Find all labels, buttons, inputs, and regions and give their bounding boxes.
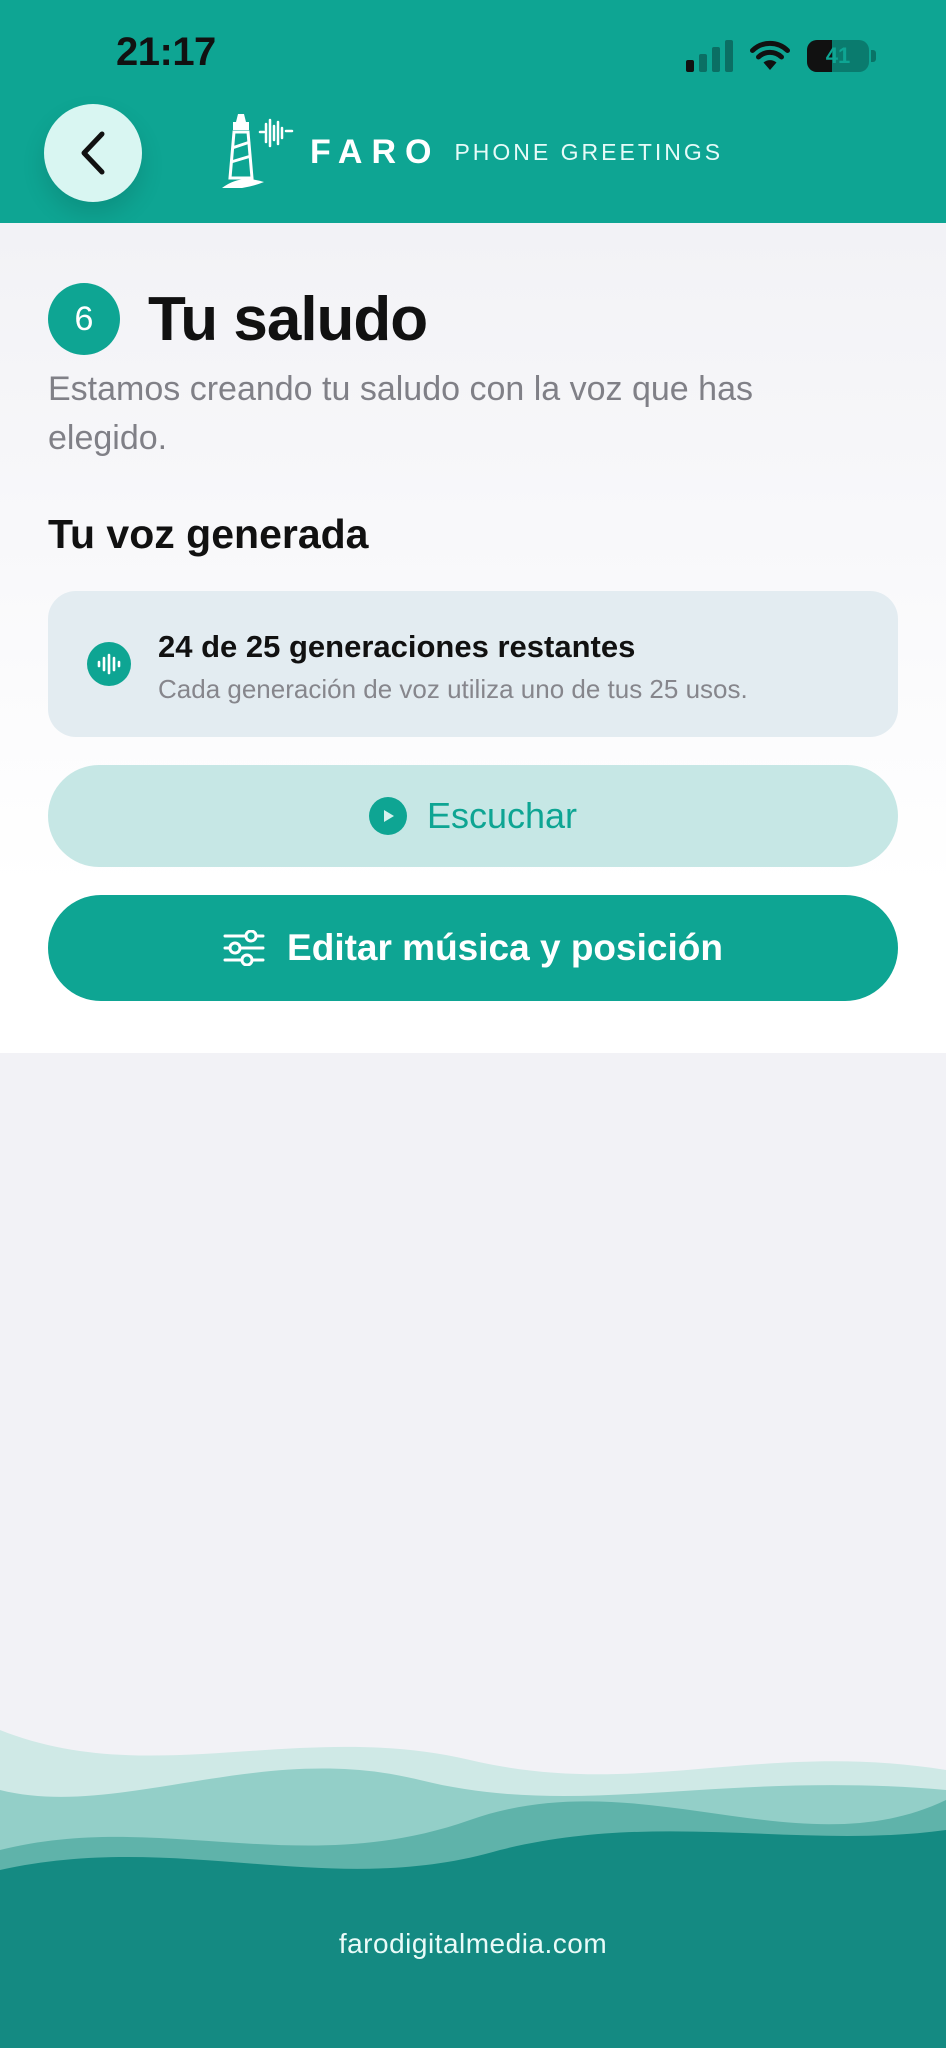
- sliders-icon: [223, 930, 265, 966]
- edit-music-position-button[interactable]: Editar música y posición: [48, 895, 898, 1001]
- listen-button[interactable]: Escuchar: [48, 765, 898, 867]
- section-title: Tu voz generada: [48, 511, 369, 557]
- cellular-signal-icon: [686, 40, 733, 72]
- status-icons: 41: [686, 36, 876, 76]
- soundwave-icon: [87, 642, 131, 686]
- logo-tagline: PHONE GREETINGS: [454, 138, 724, 165]
- battery-icon: 41: [807, 40, 869, 72]
- footer-website-link[interactable]: farodigitalmedia.com: [0, 1928, 946, 1960]
- generations-description: Cada generación de voz utiliza uno de tu…: [158, 674, 748, 704]
- wifi-icon: [750, 40, 790, 70]
- app-header: 21:17 41 FARO PHONE GREETINGS: [0, 0, 946, 223]
- page-title: Tu saludo: [148, 284, 428, 354]
- lighthouse-logo-icon: [222, 114, 294, 188]
- main-content: 6 Tu saludo Estamos creando tu saludo co…: [0, 223, 946, 1053]
- step-heading: 6 Tu saludo: [48, 283, 428, 355]
- footer-waves: [0, 1730, 946, 2048]
- page-subtitle: Estamos creando tu saludo con la voz que…: [48, 370, 753, 457]
- logo-brand: FARO: [310, 132, 441, 171]
- edit-button-label: Editar música y posición: [287, 927, 723, 968]
- generations-info-card: 24 de 25 generaciones restantes Cada gen…: [48, 591, 898, 737]
- back-button[interactable]: [44, 104, 142, 202]
- faro-logo: FARO PHONE GREETINGS: [220, 112, 723, 192]
- status-time: 21:17: [116, 30, 216, 74]
- chevron-left-icon: [81, 131, 105, 175]
- generations-remaining: 24 de 25 generaciones restantes: [158, 629, 636, 664]
- footer: farodigitalmedia.com: [0, 1700, 946, 2048]
- listen-button-label: Escuchar: [426, 795, 578, 836]
- play-icon: [368, 797, 407, 835]
- battery-level: 41: [825, 43, 851, 68]
- step-badge: 6: [48, 283, 120, 355]
